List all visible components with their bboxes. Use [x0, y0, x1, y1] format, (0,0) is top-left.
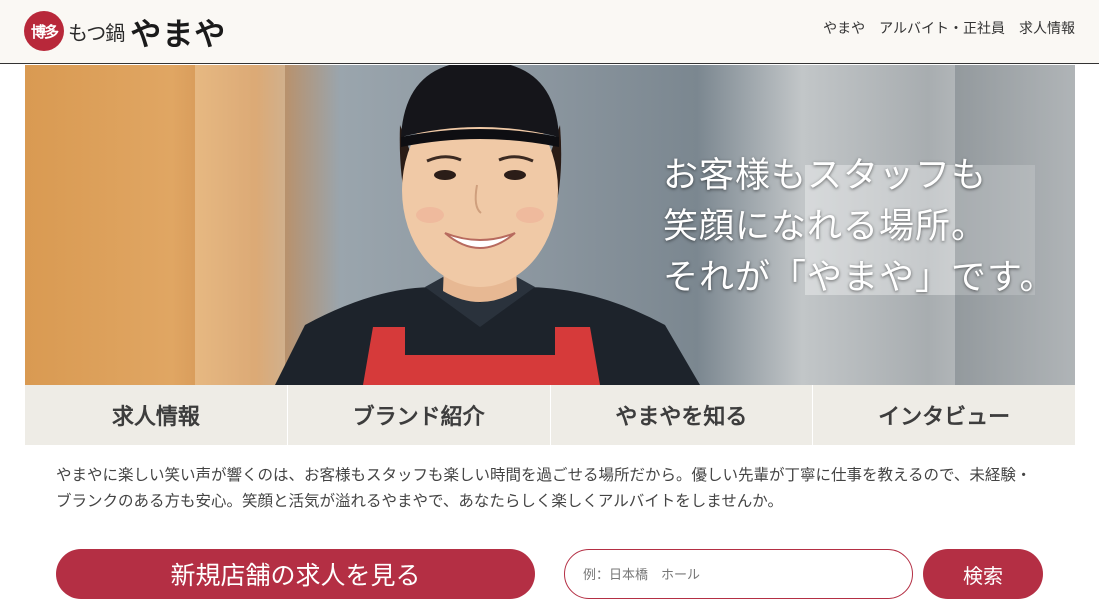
category-tab-recruit[interactable]: 求人情報 [25, 385, 288, 445]
search-button[interactable]: 検索 [923, 549, 1043, 599]
nav-link-employment[interactable]: アルバイト・正社員 [879, 18, 1005, 38]
nav-link-recruit-info[interactable]: 求人情報 [1019, 18, 1075, 38]
category-navigation: 求人情報 ブランド紹介 やまやを知る インタビュー [25, 385, 1075, 445]
category-tab-about[interactable]: やまやを知る [551, 385, 814, 445]
category-tab-brand[interactable]: ブランド紹介 [288, 385, 551, 445]
top-navigation: やまや アルバイト・正社員 求人情報 [823, 18, 1075, 38]
logo-subtitle: もつ鍋 [68, 20, 125, 45]
job-search-input[interactable] [564, 549, 913, 599]
hero-copy-line: 笑顔になれる場所。 [663, 207, 988, 247]
hero-copy-line: それが「やまや」です。 [663, 258, 1056, 298]
new-store-jobs-button[interactable]: 新規店舗の求人を見る [56, 549, 535, 599]
staff-photo [275, 65, 700, 385]
brand-logo[interactable]: 博多 もつ鍋 やまや [24, 10, 227, 53]
logo-title: やまや [130, 16, 227, 53]
site-header: 博多 もつ鍋 やまや やまや アルバイト・正社員 求人情報 [0, 0, 1099, 64]
hero-copy-line: お客様もスタッフも [663, 156, 988, 196]
hero-banner: お客様もスタッフも 笑顔になれる場所。 それが「やまや」です。 [25, 65, 1075, 385]
category-tab-interview[interactable]: インタビュー [813, 385, 1075, 445]
intro-text: やまやに楽しい笑い声が響くのは、お客様もスタッフも楽しい時間を過ごせる場所だから… [56, 467, 1032, 510]
hero-catchcopy: お客様もスタッフも 笑顔になれる場所。 それが「やまや」です。 [663, 151, 1056, 304]
logo-seal: 博多 [24, 11, 64, 51]
nav-link-yamaya[interactable]: やまや [823, 18, 865, 38]
